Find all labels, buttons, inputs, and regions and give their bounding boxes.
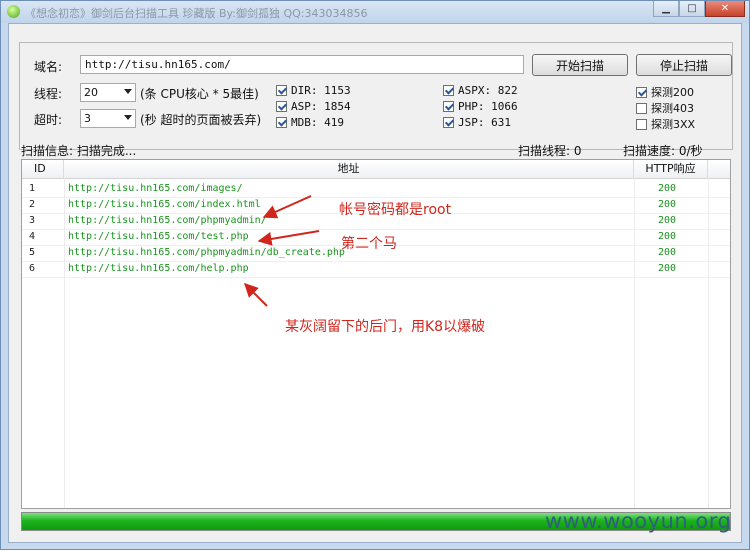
title-bar[interactable]: 《想念初恋》御剑后台扫描工具 珍藏版 By:御剑孤独 QQ:343034856 … xyxy=(1,1,749,23)
cell-url: http://tisu.hn165.com/phpmyadmin/db_crea… xyxy=(68,247,345,258)
dropdown-arrow-icon xyxy=(124,115,132,120)
probe-checkbox-3xx[interactable]: 探测3XX xyxy=(636,116,695,132)
cell-url: http://tisu.hn165.com/images/ xyxy=(68,183,243,194)
window-controls: ▁ □ ✕ xyxy=(653,1,745,17)
watermark: www.wooyun.org xyxy=(545,509,732,533)
client-area: 域名: http://tisu.hn165.com/ 线程: 20 (条 CPU… xyxy=(8,23,742,543)
probe-label: 探测3XX xyxy=(651,118,696,131)
cell-id: 6 xyxy=(29,263,36,274)
timeout-label: 超时: xyxy=(34,113,63,127)
probe-checkbox-403[interactable]: 探测403 xyxy=(636,100,694,116)
dict-checkbox-asp[interactable]: ASP: 1854 xyxy=(276,100,351,113)
checkbox-icon xyxy=(276,101,287,112)
cell-url: http://tisu.hn165.com/index.html xyxy=(68,199,261,210)
start-scan-button[interactable]: 开始扫描 xyxy=(532,54,628,76)
cell-id: 2 xyxy=(29,199,36,210)
table-row[interactable]: 6 http://tisu.hn165.com/help.php 200 xyxy=(22,262,730,278)
timeout-hint: (秒 超时的页面被丢弃) xyxy=(140,113,262,127)
annotation-root-credentials: 帐号密码都是root xyxy=(339,202,452,218)
timeout-select[interactable]: 3 xyxy=(80,109,136,128)
checkbox-icon xyxy=(443,85,454,96)
settings-panel: 域名: http://tisu.hn165.com/ 线程: 20 (条 CPU… xyxy=(19,42,733,150)
probe-checkbox-200[interactable]: 探测200 xyxy=(636,84,694,100)
cell-id: 4 xyxy=(29,231,36,242)
cell-url: http://tisu.hn165.com/phpmyadmin/ xyxy=(68,215,267,226)
app-icon xyxy=(7,5,20,18)
dict-label: DIR: 1153 xyxy=(291,84,351,97)
checkbox-icon xyxy=(276,117,287,128)
checkbox-icon xyxy=(636,102,647,114)
minimize-button[interactable]: ▁ xyxy=(653,1,679,17)
column-header-http[interactable]: HTTP响应 xyxy=(634,160,708,178)
column-header-address[interactable]: 地址 xyxy=(64,160,634,178)
checkbox-icon xyxy=(636,86,647,98)
cell-code: 200 xyxy=(658,247,677,258)
dict-label: JSP: 631 xyxy=(458,116,511,129)
cell-code: 200 xyxy=(658,183,677,194)
cell-url: http://tisu.hn165.com/help.php xyxy=(68,263,249,274)
threads-select[interactable]: 20 xyxy=(80,83,136,102)
domain-input[interactable]: http://tisu.hn165.com/ xyxy=(80,55,524,74)
dict-checkbox-mdb[interactable]: MDB: 419 xyxy=(276,116,344,129)
cell-code: 200 xyxy=(658,263,677,274)
dict-checkbox-aspx[interactable]: ASPX: 822 xyxy=(443,84,518,97)
cell-id: 1 xyxy=(29,183,36,194)
dict-checkbox-dir[interactable]: DIR: 1153 xyxy=(276,84,351,97)
column-header-id[interactable]: ID xyxy=(22,160,64,178)
stop-scan-button[interactable]: 停止扫描 xyxy=(636,54,732,76)
cell-id: 3 xyxy=(29,215,36,226)
scan-threads-status: 扫描线程: 0 xyxy=(518,144,582,158)
maximize-button[interactable]: □ xyxy=(679,1,705,17)
cell-code: 200 xyxy=(658,231,677,242)
table-header: ID 地址 HTTP响应 xyxy=(22,160,730,179)
probe-label: 探测403 xyxy=(651,102,694,115)
dict-label: ASPX: 822 xyxy=(458,84,518,97)
timeout-value: 3 xyxy=(84,112,91,125)
checkbox-icon xyxy=(636,118,647,130)
app-window: 《想念初恋》御剑后台扫描工具 珍藏版 By:御剑孤独 QQ:343034856 … xyxy=(0,0,750,550)
cell-url: http://tisu.hn165.com/test.php xyxy=(68,231,249,242)
checkbox-icon xyxy=(276,85,287,96)
cell-id: 5 xyxy=(29,247,36,258)
threads-hint: (条 CPU核心 * 5最佳) xyxy=(140,87,259,101)
dropdown-arrow-icon xyxy=(124,89,132,94)
probe-label: 探测200 xyxy=(651,86,694,99)
checkbox-icon xyxy=(443,101,454,112)
dict-label: PHP: 1066 xyxy=(458,100,518,113)
threads-label: 线程: xyxy=(34,87,63,101)
dict-label: MDB: 419 xyxy=(291,116,344,129)
threads-value: 20 xyxy=(84,86,98,99)
cell-code: 200 xyxy=(658,215,677,226)
dict-label: ASP: 1854 xyxy=(291,100,351,113)
scan-info-status: 扫描信息: 扫描完成... xyxy=(21,144,137,158)
close-button[interactable]: ✕ xyxy=(705,1,745,17)
dict-checkbox-jsp[interactable]: JSP: 631 xyxy=(443,116,511,129)
cell-code: 200 xyxy=(658,199,677,210)
annotation-second-shell: 第二个马 xyxy=(341,236,397,252)
dict-checkbox-php[interactable]: PHP: 1066 xyxy=(443,100,518,113)
window-title: 《想念初恋》御剑后台扫描工具 珍藏版 By:御剑孤独 QQ:343034856 xyxy=(25,7,368,20)
table-row[interactable]: 1 http://tisu.hn165.com/images/200 xyxy=(22,182,730,198)
annotation-backdoor: 某灰阔留下的后门，用K8以爆破 xyxy=(285,319,486,335)
domain-label: 域名: xyxy=(34,60,63,74)
scan-speed-status: 扫描速度: 0/秒 xyxy=(623,144,703,158)
checkbox-icon xyxy=(443,117,454,128)
